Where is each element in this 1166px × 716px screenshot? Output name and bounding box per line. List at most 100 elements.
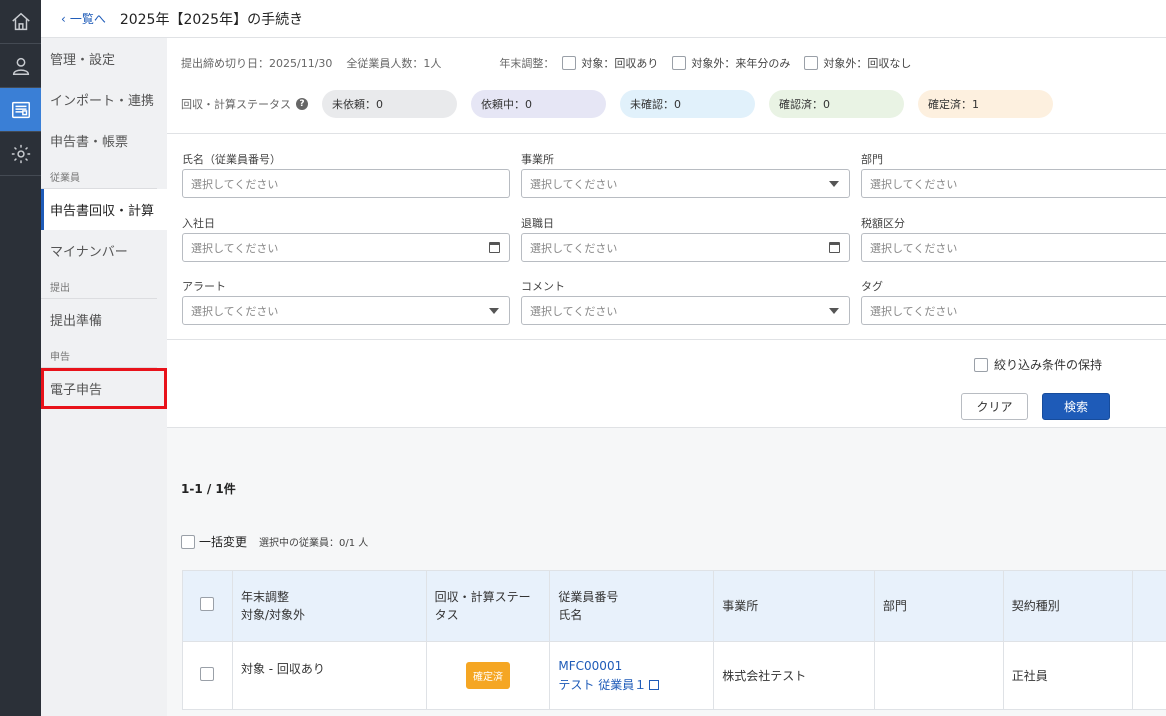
chevron-left-icon: ‹ bbox=[61, 11, 66, 26]
subnav-item-forms[interactable]: 申告書・帳票 bbox=[41, 120, 167, 161]
summary-panel: 提出締め切り日：2025/11/30 全従業員人数：1人 年末調整： 対象：回収… bbox=[167, 38, 1166, 134]
placeholder: 選択してください bbox=[870, 177, 958, 191]
table-header-row: 年末調整 対象/対象外 回収・計算ステー タス 従業員番号 氏名 事業所 部門 … bbox=[182, 570, 1166, 642]
home-icon[interactable] bbox=[0, 0, 41, 44]
placeholder: 選択してください bbox=[870, 304, 958, 318]
header-checkbox-cell bbox=[182, 570, 233, 642]
main-content: 提出締め切り日：2025/11/30 全従業員人数：1人 年末調整： 対象：回収… bbox=[167, 38, 1166, 716]
subnav-item-mynumber[interactable]: マイナンバー bbox=[41, 230, 167, 271]
external-link-icon bbox=[649, 679, 660, 690]
bulk-checkbox[interactable] bbox=[181, 534, 195, 549]
col-yearend-line1: 年末調整 bbox=[240, 590, 289, 604]
placeholder: 選択してください bbox=[530, 177, 618, 191]
bulk-change-label[interactable]: 一括変更 bbox=[199, 533, 247, 550]
comment-select[interactable]: 選択してください bbox=[521, 296, 850, 325]
comment-label: コメント bbox=[521, 280, 565, 293]
alert-label: アラート bbox=[182, 280, 226, 293]
col-emp-line2: 氏名 bbox=[558, 608, 583, 622]
dept-label: 部門 bbox=[861, 153, 883, 166]
cell-employee: MFC00001 テスト 従業員１ bbox=[549, 641, 715, 710]
chevron-down-icon bbox=[829, 308, 839, 314]
name-label: 氏名（従業員番号） bbox=[182, 153, 281, 166]
hire-label: 入社日 bbox=[182, 217, 215, 230]
filter-option-nocollect[interactable]: 対象外：回収なし bbox=[804, 55, 911, 71]
dept-select[interactable]: 選択してください bbox=[861, 169, 1166, 198]
placeholder: 選択してください bbox=[191, 304, 279, 318]
filter-option-nextyear[interactable]: 対象外：来年分のみ bbox=[672, 55, 790, 71]
subnav-section-submit: 提出 bbox=[41, 271, 157, 299]
header: ‹ 一覧へ 2025年【2025年】の手続き bbox=[41, 0, 1166, 38]
status-pill-finalized[interactable]: 確定済：1 bbox=[918, 90, 1053, 118]
subnav-section-employee: 従業員 bbox=[41, 161, 157, 189]
col-office[interactable]: 事業所 bbox=[713, 570, 875, 642]
placeholder: 選択してください bbox=[191, 177, 279, 191]
col-status[interactable]: 回収・計算ステー タス bbox=[425, 570, 551, 642]
employee-name: テスト 従業員１ bbox=[558, 677, 647, 692]
retire-date-input[interactable]: 選択してください bbox=[521, 233, 850, 262]
col-yearend[interactable]: 年末調整 対象/対象外 bbox=[231, 570, 427, 642]
checkbox[interactable] bbox=[804, 56, 819, 70]
calendar-icon[interactable] bbox=[829, 242, 840, 253]
cell-status: 確定済 bbox=[425, 641, 551, 710]
employee-count-text: 全従業員人数：1人 bbox=[346, 57, 442, 70]
subnav-item-prepare[interactable]: 提出準備 bbox=[41, 299, 167, 340]
help-icon[interactable]: ? bbox=[296, 98, 308, 110]
checkbox[interactable] bbox=[973, 357, 988, 372]
cell-contract: 正社員 bbox=[1002, 641, 1134, 710]
back-label: 一覧へ bbox=[69, 12, 106, 26]
subnav-item-collection[interactable]: 申告書回収・計算 bbox=[41, 189, 167, 230]
col-employee[interactable]: 従業員番号 氏名 bbox=[549, 570, 715, 642]
subnav-item-efiling[interactable]: 電子申告 bbox=[41, 368, 167, 409]
col-yearend-line2: 対象/対象外 bbox=[240, 608, 305, 622]
checkbox[interactable] bbox=[562, 56, 577, 70]
office-select[interactable]: 選択してください bbox=[521, 169, 850, 198]
select-all-checkbox[interactable] bbox=[200, 596, 215, 611]
subnav-item-settings[interactable]: 管理・設定 bbox=[41, 38, 167, 79]
col-extra bbox=[1132, 570, 1166, 642]
document-icon[interactable] bbox=[0, 88, 41, 132]
subnav-item-import[interactable]: インポート・連携 bbox=[41, 79, 167, 120]
employee-name-link[interactable]: テスト 従業員１ bbox=[558, 676, 705, 695]
placeholder: 選択してください bbox=[191, 241, 279, 255]
gear-icon[interactable] bbox=[0, 132, 41, 176]
col-dept[interactable]: 部門 bbox=[873, 570, 1004, 642]
hire-date-input[interactable]: 選択してください bbox=[182, 233, 510, 262]
calendar-icon[interactable] bbox=[489, 242, 500, 253]
col-contract[interactable]: 契約種別 bbox=[1002, 570, 1134, 642]
alert-select[interactable]: 選択してください bbox=[182, 296, 510, 325]
clear-button[interactable]: クリア bbox=[961, 393, 1028, 420]
employee-table: 年末調整 対象/対象外 回収・計算ステー タス 従業員番号 氏名 事業所 部門 … bbox=[182, 570, 1166, 710]
results-panel: 1-1 / 1件 一括変更 選択中の従業員：0/1 人 年末調整 対象/対象外 … bbox=[167, 428, 1166, 716]
status-label: 回収・計算ステータス bbox=[181, 98, 291, 111]
filter-panel: 氏名（従業員番号） 選択してください 事業所 選択してください 部門 選択してく… bbox=[167, 134, 1166, 340]
office-label: 事業所 bbox=[521, 153, 554, 166]
checkbox[interactable] bbox=[672, 56, 687, 70]
app-rail bbox=[0, 0, 41, 716]
row-checkbox[interactable] bbox=[200, 667, 215, 681]
back-link[interactable]: ‹ 一覧へ bbox=[61, 10, 106, 27]
tag-select[interactable]: 選択してください bbox=[861, 296, 1166, 325]
placeholder: 選択してください bbox=[530, 241, 618, 255]
status-pill-confirmed[interactable]: 確認済：0 bbox=[769, 90, 904, 118]
subnav-section-filing: 申告 bbox=[41, 340, 157, 368]
cell-office: 株式会社テスト bbox=[713, 641, 875, 710]
col-status-line1: 回収・計算ステー bbox=[434, 590, 531, 604]
name-input[interactable]: 選択してください bbox=[182, 169, 510, 198]
status-pill-requested[interactable]: 依頼中：0 bbox=[471, 90, 606, 118]
cell-yearend: 対象 - 回収あり bbox=[231, 641, 427, 710]
filter-actions: 絞り込み条件の保持 クリア 検索 bbox=[167, 340, 1166, 428]
status-pill-unrequested[interactable]: 未依頼：0 bbox=[322, 90, 457, 118]
status-pill-unconfirmed[interactable]: 未確認：0 bbox=[620, 90, 755, 118]
tax-select[interactable]: 選択してください bbox=[861, 233, 1166, 262]
employee-number-link[interactable]: MFC00001 bbox=[558, 657, 705, 676]
result-count: 1-1 / 1件 bbox=[181, 482, 236, 496]
search-button[interactable]: 検索 bbox=[1042, 393, 1110, 420]
placeholder: 選択してください bbox=[530, 304, 618, 318]
option-label: 対象：回収あり bbox=[581, 57, 659, 70]
keep-filter-option[interactable]: 絞り込み条件の保持 bbox=[973, 356, 1102, 373]
page-title: 2025年【2025年】の手続き bbox=[119, 11, 304, 28]
keep-filter-label: 絞り込み条件の保持 bbox=[993, 358, 1102, 372]
col-status-line2: タス bbox=[434, 608, 459, 622]
filter-option-collect[interactable]: 対象：回収あり bbox=[562, 55, 658, 71]
person-icon[interactable] bbox=[0, 44, 41, 88]
